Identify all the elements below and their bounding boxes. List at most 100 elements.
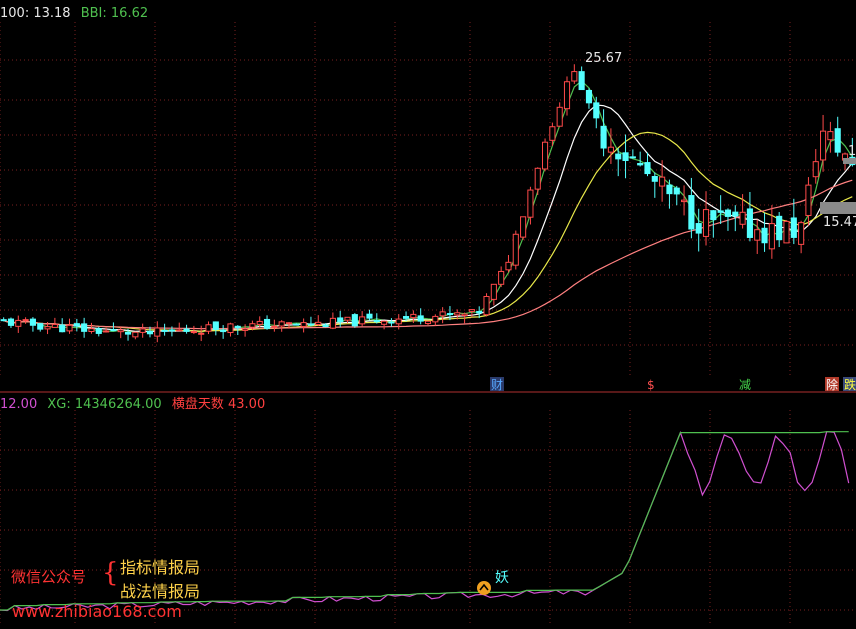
candle[interactable] [139, 323, 146, 338]
candle[interactable] [227, 322, 234, 337]
candle[interactable] [117, 327, 124, 339]
candle[interactable] [746, 191, 753, 242]
candle[interactable] [651, 172, 658, 198]
candle[interactable] [776, 212, 783, 248]
candle[interactable] [66, 318, 73, 334]
candle[interactable] [600, 109, 607, 157]
candle[interactable] [820, 114, 827, 172]
candle[interactable] [483, 293, 490, 317]
candle[interactable] [154, 321, 161, 343]
candle[interactable] [424, 320, 432, 326]
candle[interactable] [768, 205, 775, 259]
candle[interactable] [637, 151, 644, 167]
candle[interactable] [541, 138, 549, 172]
candle[interactable] [673, 185, 680, 206]
candle[interactable] [329, 312, 336, 330]
candle[interactable] [29, 317, 36, 332]
ma-line [3, 80, 853, 333]
candle[interactable] [366, 309, 373, 321]
candle[interactable] [351, 313, 358, 328]
event-tags[interactable]: 财 $ 减 除跌 [490, 377, 856, 392]
candle[interactable] [212, 321, 219, 336]
candle[interactable] [73, 318, 80, 332]
candle[interactable] [446, 306, 454, 321]
candle[interactable] [183, 324, 190, 334]
candle[interactable] [417, 308, 424, 325]
candle[interactable] [81, 317, 88, 338]
candle[interactable] [490, 283, 497, 306]
candle[interactable] [278, 320, 285, 332]
candle[interactable] [505, 254, 512, 273]
signal-label: 妖 [495, 570, 509, 586]
candle[interactable] [242, 324, 249, 337]
candle[interactable] [307, 316, 315, 327]
candle[interactable] [520, 216, 527, 240]
candle[interactable] [761, 212, 768, 252]
event-tag[interactable]: 财 [490, 377, 504, 392]
candle[interactable] [95, 326, 102, 337]
candle[interactable] [585, 88, 593, 109]
candle[interactable] [15, 315, 22, 333]
candle[interactable] [271, 319, 278, 332]
candle[interactable] [812, 149, 819, 184]
candle[interactable] [388, 318, 395, 327]
candle[interactable] [37, 323, 44, 332]
candle[interactable] [381, 320, 388, 330]
candle[interactable] [739, 194, 746, 229]
candle[interactable] [359, 311, 366, 327]
candle[interactable] [798, 220, 805, 254]
candle[interactable] [51, 317, 58, 328]
candle[interactable] [190, 325, 197, 335]
candle[interactable] [88, 322, 95, 334]
candle[interactable] [702, 191, 710, 246]
candle[interactable] [22, 317, 29, 324]
candle[interactable] [220, 325, 227, 339]
candle[interactable] [681, 185, 688, 216]
candle[interactable] [59, 318, 66, 333]
event-tag[interactable]: 除 [825, 377, 839, 392]
candle[interactable] [300, 318, 307, 333]
candle[interactable] [754, 219, 761, 254]
candlesticks[interactable] [0, 64, 856, 343]
legend-value-ma: 13.18 [33, 6, 71, 21]
event-tag[interactable]: $ [646, 377, 660, 392]
candle[interactable] [790, 198, 797, 245]
event-tag-label: $ [647, 378, 655, 392]
legend-value-bbi: 16.62 [110, 6, 149, 21]
candle[interactable] [593, 96, 600, 129]
candle[interactable] [629, 149, 636, 159]
candle[interactable] [578, 66, 585, 91]
candle[interactable] [315, 315, 322, 326]
brand-name-2: 战法情报局 [120, 582, 201, 601]
legend-label-days: 横盘天数 [171, 397, 224, 412]
candle[interactable] [717, 195, 724, 225]
candle[interactable] [176, 322, 183, 332]
candle[interactable] [534, 167, 541, 195]
signal-icon[interactable] [477, 581, 491, 595]
candle[interactable] [198, 325, 205, 342]
event-tag[interactable]: 跌 [843, 377, 856, 392]
candle[interactable] [373, 313, 380, 324]
candle[interactable] [666, 179, 673, 209]
candle[interactable] [432, 314, 439, 326]
candle[interactable] [512, 230, 519, 270]
candle[interactable] [263, 315, 271, 330]
candle[interactable] [571, 64, 578, 84]
candle[interactable] [783, 220, 790, 244]
candle[interactable] [7, 317, 15, 328]
event-tag[interactable]: 减 [738, 377, 752, 392]
high-price-marker: 25.67 [585, 51, 622, 66]
candle[interactable] [695, 208, 702, 252]
website-url[interactable]: www.zhibiao168.com [12, 602, 182, 621]
candle[interactable] [622, 134, 629, 179]
candle[interactable] [498, 266, 505, 288]
candle[interactable] [395, 314, 402, 330]
candle[interactable] [132, 331, 139, 340]
candle[interactable] [205, 321, 212, 335]
candle[interactable] [834, 116, 841, 157]
legend-label-bbi: BBI: [80, 6, 107, 21]
candle[interactable] [556, 102, 563, 127]
candle[interactable] [0, 317, 7, 322]
event-tag-label: 减 [739, 378, 751, 392]
candle[interactable] [827, 121, 834, 153]
